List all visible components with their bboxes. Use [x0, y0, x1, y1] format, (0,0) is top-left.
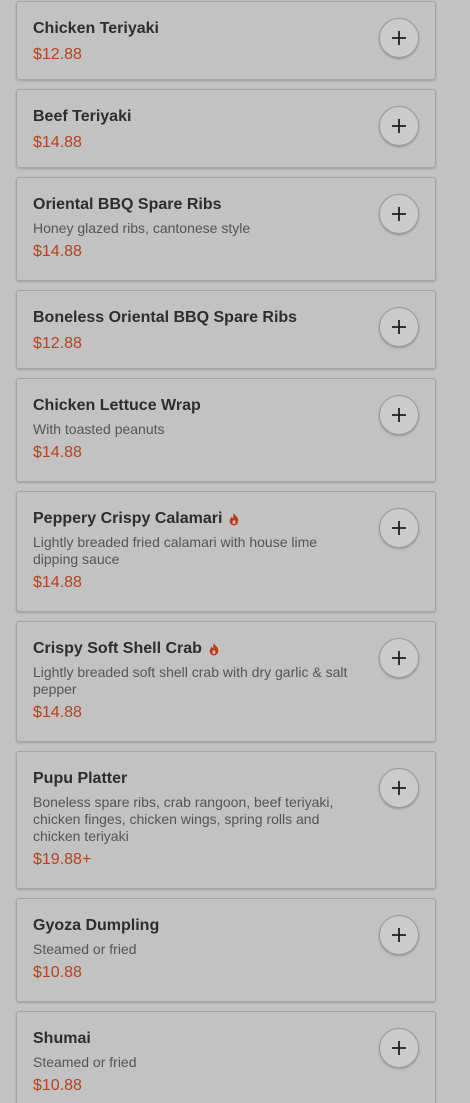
menu-item-info: Gyoza Dumpling Steamed or fried $10.88 — [33, 915, 349, 983]
item-name: Oriental BBQ Spare Ribs — [33, 196, 222, 213]
menu-item-info: Crispy Soft Shell Crab Lightly breaded s… — [33, 638, 349, 723]
menu-item-card[interactable]: Beef Teriyaki $14.88 — [16, 89, 436, 168]
item-price: $12.88 — [33, 46, 82, 63]
plus-icon — [392, 31, 406, 45]
item-description: Boneless spare ribs, crab rangoon, beef … — [33, 794, 334, 844]
plus-icon — [392, 928, 406, 942]
item-price: $10.88 — [33, 1077, 82, 1094]
item-name-row: Shumai — [33, 1028, 349, 1050]
item-price: $19.88+ — [33, 851, 92, 868]
item-name: Beef Teriyaki — [33, 108, 132, 125]
add-to-cart-button[interactable] — [379, 18, 419, 58]
item-description: Lightly breaded soft shell crab with dry… — [33, 664, 348, 697]
item-description: With toasted peanuts — [33, 421, 165, 437]
menu-item-card[interactable]: Gyoza Dumpling Steamed or fried $10.88 — [16, 898, 436, 1002]
item-name-row: Peppery Crispy Calamari — [33, 508, 349, 530]
item-name: Crispy Soft Shell Crab — [33, 640, 202, 657]
menu-item-card[interactable]: Chicken Lettuce Wrap With toasted peanut… — [16, 378, 436, 482]
item-description: Steamed or fried — [33, 1054, 137, 1070]
add-to-cart-button[interactable] — [379, 1028, 419, 1068]
menu-item-card[interactable]: Crispy Soft Shell Crab Lightly breaded s… — [16, 621, 436, 742]
item-price: $14.88 — [33, 134, 82, 151]
add-to-cart-button[interactable] — [379, 508, 419, 548]
menu-item-card[interactable]: Boneless Oriental BBQ Spare Ribs $12.88 — [16, 290, 436, 369]
menu-item-info: Chicken Lettuce Wrap With toasted peanut… — [33, 395, 349, 463]
menu-item-card[interactable]: Shumai Steamed or fried $10.88 — [16, 1011, 436, 1103]
plus-icon — [392, 781, 406, 795]
item-name: Chicken Lettuce Wrap — [33, 397, 201, 414]
item-price: $14.88 — [33, 444, 82, 461]
menu-item-card[interactable]: Pupu Platter Boneless spare ribs, crab r… — [16, 751, 436, 889]
add-to-cart-button[interactable] — [379, 638, 419, 678]
add-to-cart-button[interactable] — [379, 106, 419, 146]
add-to-cart-button[interactable] — [379, 307, 419, 347]
item-price: $14.88 — [33, 704, 82, 721]
spicy-flame-icon — [209, 643, 219, 656]
plus-icon — [392, 651, 406, 665]
item-name-row: Gyoza Dumpling — [33, 915, 349, 937]
item-name-row: Chicken Teriyaki — [33, 18, 349, 40]
add-to-cart-button[interactable] — [379, 768, 419, 808]
item-name: Peppery Crispy Calamari — [33, 510, 223, 527]
item-description: Lightly breaded fried calamari with hous… — [33, 534, 318, 567]
menu-item-info: Peppery Crispy Calamari Lightly breaded … — [33, 508, 349, 593]
plus-icon — [392, 408, 406, 422]
item-name-row: Chicken Lettuce Wrap — [33, 395, 349, 417]
menu-item-info: Pupu Platter Boneless spare ribs, crab r… — [33, 768, 349, 870]
item-price: $14.88 — [33, 574, 82, 591]
menu-item-card[interactable]: Chicken Teriyaki $12.88 — [16, 1, 436, 80]
menu-item-card[interactable]: Oriental BBQ Spare Ribs Honey glazed rib… — [16, 177, 436, 281]
item-price: $12.88 — [33, 335, 82, 352]
menu-item-info: Beef Teriyaki $14.88 — [33, 106, 349, 153]
menu-item-info: Oriental BBQ Spare Ribs Honey glazed rib… — [33, 194, 349, 262]
menu-item-info: Chicken Teriyaki $12.88 — [33, 18, 349, 65]
item-name: Boneless Oriental BBQ Spare Ribs — [33, 309, 298, 326]
item-name-row: Beef Teriyaki — [33, 106, 349, 128]
item-description: Honey glazed ribs, cantonese style — [33, 220, 251, 236]
add-to-cart-button[interactable] — [379, 915, 419, 955]
item-name: Chicken Teriyaki — [33, 20, 159, 37]
spicy-flame-icon — [230, 513, 239, 526]
item-description: Steamed or fried — [33, 941, 137, 957]
item-price: $14.88 — [33, 243, 82, 260]
item-name: Pupu Platter — [33, 770, 128, 787]
menu-item-info: Boneless Oriental BBQ Spare Ribs $12.88 — [33, 307, 349, 354]
plus-icon — [392, 1041, 406, 1055]
item-price: $10.88 — [33, 964, 82, 981]
plus-icon — [392, 521, 406, 535]
plus-icon — [392, 320, 406, 334]
add-to-cart-button[interactable] — [379, 395, 419, 435]
plus-icon — [392, 119, 406, 133]
menu-item-info: Shumai Steamed or fried $10.88 — [33, 1028, 349, 1096]
item-name-row: Pupu Platter — [33, 768, 349, 790]
item-name-row: Boneless Oriental BBQ Spare Ribs — [33, 307, 349, 329]
add-to-cart-button[interactable] — [379, 194, 419, 234]
item-name-row: Oriental BBQ Spare Ribs — [33, 194, 349, 216]
item-name: Gyoza Dumpling — [33, 917, 160, 934]
item-name-row: Crispy Soft Shell Crab — [33, 638, 349, 660]
plus-icon — [392, 207, 406, 221]
item-name: Shumai — [33, 1030, 91, 1047]
menu-item-card[interactable]: Peppery Crispy Calamari Lightly breaded … — [16, 491, 436, 612]
